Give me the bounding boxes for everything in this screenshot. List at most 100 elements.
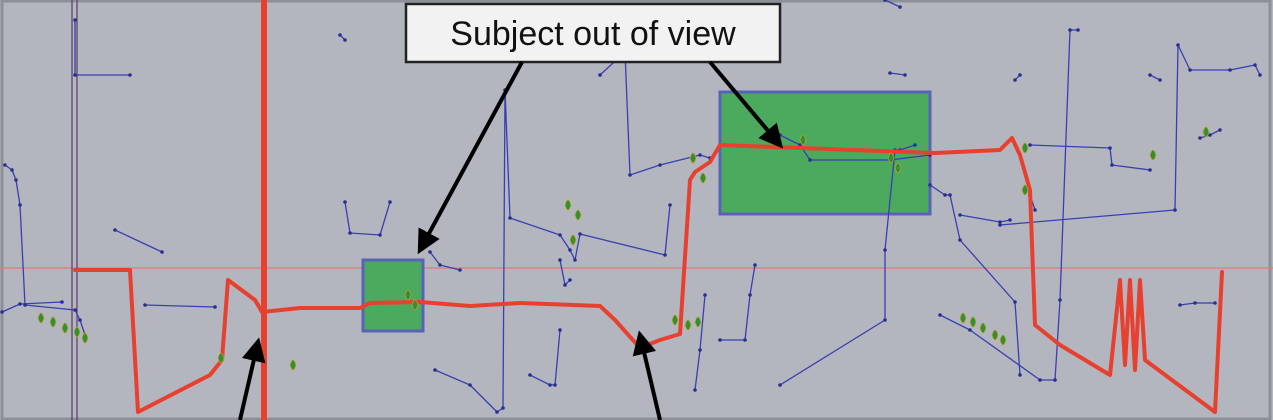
trace-point — [578, 232, 582, 236]
trace-point — [495, 410, 499, 414]
trace-point — [1008, 218, 1012, 222]
trace-point — [1173, 208, 1177, 212]
trace-point — [388, 200, 392, 204]
trace-point — [778, 383, 782, 387]
trace-point — [563, 283, 567, 287]
trace-point — [898, 5, 902, 9]
trace-point — [18, 203, 22, 207]
trace-point — [128, 73, 132, 77]
trace-point — [73, 18, 77, 22]
trace-point — [698, 348, 702, 352]
trace-point — [1178, 303, 1182, 307]
trace-point — [160, 250, 164, 254]
trace-point — [998, 223, 1002, 227]
trace-point — [438, 263, 442, 267]
trace-point — [213, 305, 217, 309]
trace-point — [428, 250, 432, 254]
trace-point — [1213, 301, 1217, 305]
trace-point — [1018, 373, 1022, 377]
trace-point — [883, 318, 887, 322]
trace-point — [1158, 78, 1162, 82]
trace-point — [558, 258, 562, 262]
trace-point — [1110, 163, 1114, 167]
trace-point — [958, 238, 962, 242]
trace-point — [573, 258, 577, 262]
trace-point — [338, 33, 342, 37]
trace-point — [903, 73, 907, 77]
trace-point — [1188, 68, 1192, 72]
trace-point — [1228, 68, 1232, 72]
trace-point — [808, 158, 812, 162]
callout-label: Subject out of view — [450, 15, 736, 53]
trace-point — [501, 406, 505, 410]
trace-point — [548, 383, 552, 387]
trace-point — [1148, 168, 1152, 172]
trace-point — [1018, 73, 1022, 77]
trace-point — [1068, 28, 1072, 32]
trace-point — [558, 233, 562, 237]
trace-point — [1148, 73, 1152, 77]
trace-point — [913, 143, 917, 147]
trace-point — [628, 173, 632, 177]
trace-point — [343, 38, 347, 42]
trace-point — [568, 278, 572, 282]
trace-point — [113, 228, 117, 232]
trace-point — [703, 293, 707, 297]
trace-point — [78, 318, 82, 322]
trace-point — [778, 133, 782, 137]
trace-point — [943, 193, 947, 197]
trace-point — [10, 168, 14, 172]
trace-point — [14, 178, 18, 182]
trace-point — [60, 300, 64, 304]
trace-point — [1198, 136, 1202, 140]
trace-point — [968, 328, 972, 332]
trace-point — [343, 200, 347, 204]
trace-point — [1253, 63, 1257, 67]
trace-point — [958, 213, 962, 217]
chart-stage: Subject out of view — [0, 0, 1273, 420]
out-of-view-box-small — [361, 258, 425, 333]
trace-point — [1033, 208, 1037, 212]
trace-point — [0, 310, 4, 314]
trace-point — [948, 193, 952, 197]
trace-point — [528, 373, 532, 377]
trace-point — [508, 216, 512, 220]
trace-point — [1108, 146, 1112, 150]
trace-point — [433, 368, 437, 372]
trace-point — [753, 263, 757, 267]
trace-point — [23, 303, 27, 307]
trace-point — [668, 203, 672, 207]
tracking-chart: Subject out of view — [0, 0, 1273, 420]
trace-point — [663, 253, 667, 257]
trace-point — [888, 71, 892, 75]
trace-point — [938, 313, 942, 317]
trace-point — [718, 338, 722, 342]
trace-point — [1176, 43, 1180, 47]
trace-point — [883, 248, 887, 252]
trace-point — [1038, 378, 1042, 382]
trace-point — [568, 248, 572, 252]
trace-point — [458, 268, 462, 272]
trace-point — [1218, 128, 1222, 132]
trace-point — [1028, 143, 1032, 147]
trace-point — [348, 231, 352, 235]
trace-point — [1053, 378, 1057, 382]
trace-point — [73, 73, 77, 77]
trace-point — [378, 233, 382, 237]
trace-point — [693, 388, 697, 392]
trace-point — [143, 303, 147, 307]
trace-point — [558, 328, 562, 332]
trace-point — [553, 383, 557, 387]
trace-point — [698, 153, 702, 157]
trace-point — [1193, 301, 1197, 305]
trace-point — [1076, 28, 1080, 32]
trace-point — [928, 183, 932, 187]
trace-point — [748, 293, 752, 297]
trace-point — [1013, 300, 1017, 304]
trace-point — [1258, 73, 1262, 77]
trace-point — [18, 302, 22, 306]
trace-point — [598, 73, 602, 77]
trace-point — [1013, 78, 1017, 82]
trace-point — [3, 163, 7, 167]
trace-point — [743, 338, 747, 342]
